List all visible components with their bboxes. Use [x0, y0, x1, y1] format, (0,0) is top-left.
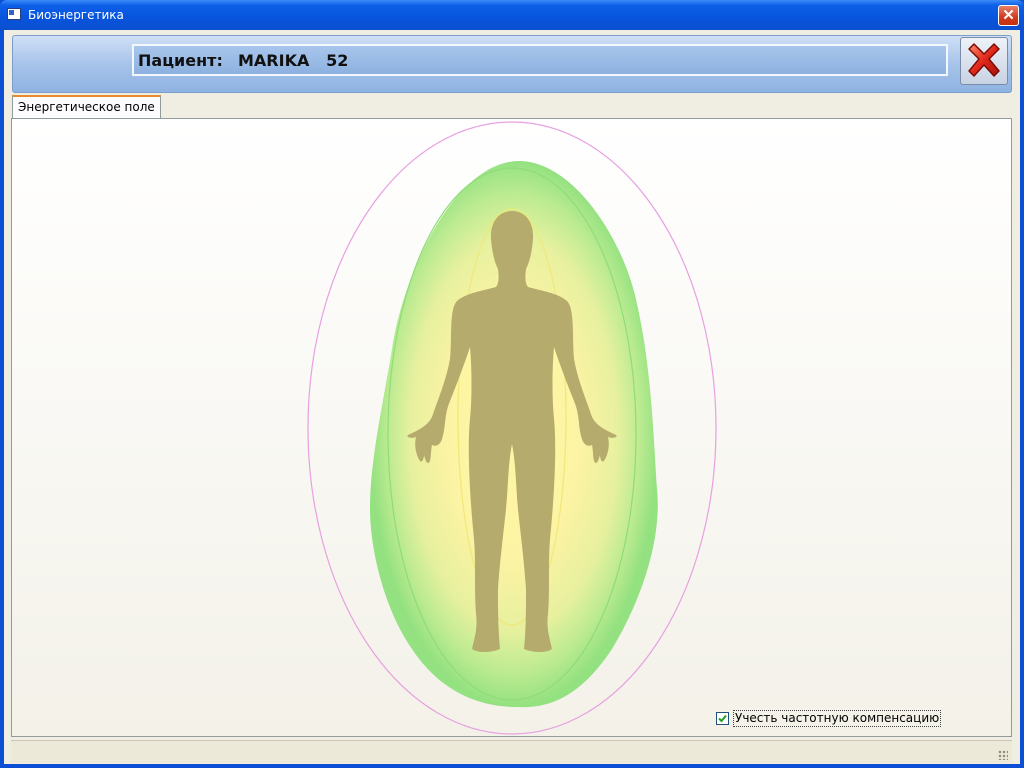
status-bar [11, 740, 1012, 763]
resize-grip[interactable] [998, 750, 1008, 760]
patient-age: 52 [326, 51, 349, 70]
red-x-icon [968, 43, 1000, 77]
patient-name-age: MARIKA 52 [238, 51, 348, 70]
exit-button[interactable] [960, 37, 1008, 85]
window-close-button[interactable]: ✕ [998, 5, 1019, 26]
tab-energy-field[interactable]: Энергетическое поле [12, 95, 161, 119]
patient-header: Пациент: MARIKA 52 [12, 35, 1012, 93]
frequency-compensation-label[interactable]: Учесть частотную компенсацию [733, 710, 942, 727]
patient-info-box: Пациент: MARIKA 52 [132, 44, 948, 76]
frequency-compensation-checkbox[interactable] [716, 712, 729, 725]
checkmark-icon [718, 714, 727, 723]
patient-label: Пациент: [138, 51, 223, 70]
patient-name: MARIKA [238, 51, 310, 70]
window-title: Биоэнергетика [28, 8, 124, 22]
energy-field-panel: Учесть частотную компенсацию [11, 118, 1012, 737]
app-window: Биоэнергетика ✕ Пациент: MARIKA 52 Энерг… [0, 0, 1024, 768]
app-icon [7, 8, 21, 20]
client-area: Пациент: MARIKA 52 Энергетическое поле У… [4, 30, 1020, 764]
energy-field-diagram [307, 121, 717, 735]
title-bar: Биоэнергетика ✕ [0, 0, 1024, 30]
